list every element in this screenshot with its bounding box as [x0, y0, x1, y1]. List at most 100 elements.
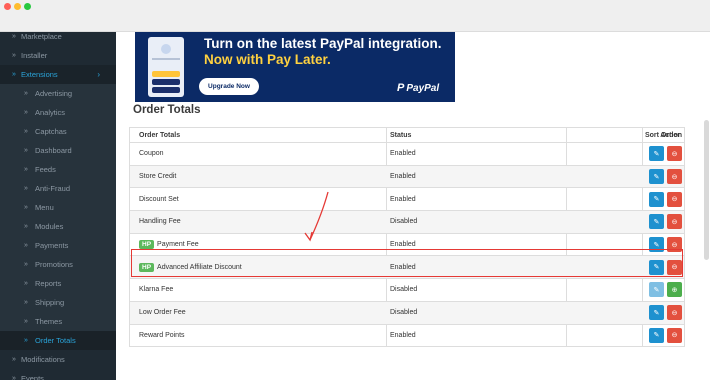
pencil-icon: ✎: [653, 286, 660, 294]
sidebar-item-themes[interactable]: » Themes: [0, 312, 116, 331]
uninstall-button[interactable]: ⊖: [667, 214, 682, 230]
sidebar-item-installer[interactable]: » Installer: [0, 46, 116, 65]
edit-button[interactable]: ✎: [649, 146, 664, 162]
chevron-right-icon: »: [12, 33, 16, 40]
chevron-right-icon: »: [24, 261, 28, 268]
sidebar-item-advertising[interactable]: » Advertising: [0, 84, 116, 103]
sidebar-item-reports[interactable]: » Reports: [0, 274, 116, 293]
row-actions: ✎ ⊖: [646, 234, 682, 256]
sidebar-item-modifications[interactable]: » Modifications: [0, 350, 116, 369]
sidebar-item-marketplace[interactable]: » Marketplace: [0, 32, 116, 46]
edit-button[interactable]: ✎: [649, 214, 664, 230]
pencil-icon: ✎: [653, 264, 660, 272]
uninstall-button[interactable]: ⊖: [667, 259, 682, 275]
row-status: Enabled: [390, 150, 416, 158]
window-titlebar: [0, 0, 710, 32]
sidebar-item-anti-fraud[interactable]: » Anti-Fraud: [0, 179, 116, 198]
chevron-right-icon: »: [24, 223, 28, 230]
row-status: Enabled: [390, 331, 416, 339]
minus-circle-icon: ⊖: [671, 264, 678, 272]
sidebar-item-promotions[interactable]: » Promotions: [0, 255, 116, 274]
minus-circle-icon: ⊖: [671, 173, 678, 181]
column-header-status[interactable]: Status: [390, 128, 570, 142]
uninstall-button[interactable]: ⊖: [667, 305, 682, 321]
uninstall-button[interactable]: ⊖: [667, 191, 682, 207]
chevron-right-icon: »: [12, 52, 16, 59]
uninstall-button[interactable]: ⊖: [667, 327, 682, 343]
chevron-right-icon: »: [24, 109, 28, 116]
table-row: Low Order Fee Disabled ✎ ⊖: [130, 300, 684, 324]
pencil-icon: ✎: [653, 196, 660, 204]
upgrade-now-button[interactable]: Upgrade Now: [199, 78, 259, 95]
row-status: Disabled: [390, 218, 418, 226]
chevron-down-icon: ›: [97, 70, 100, 79]
phone-illustration-icon: [148, 37, 184, 97]
edit-button[interactable]: ✎: [649, 259, 664, 275]
edit-button[interactable]: ✎: [649, 327, 664, 343]
sidebar-item-feeds[interactable]: » Feeds: [0, 160, 116, 179]
sidebar-item-extensions[interactable]: » Extensions ›: [0, 65, 116, 84]
sidebar-item-modules[interactable]: » Modules: [0, 217, 116, 236]
uninstall-button[interactable]: ⊖: [667, 237, 682, 253]
table-row: Reward Points Enabled 2 ✎⊖: [130, 323, 684, 347]
chevron-right-icon: »: [24, 128, 28, 135]
install-button[interactable]: ⊕: [667, 282, 682, 298]
row-status: Disabled: [390, 286, 418, 294]
pencil-icon: ✎: [653, 241, 660, 249]
column-header-name[interactable]: Order Totals: [139, 128, 387, 142]
sidebar-item-order-totals[interactable]: » Order Totals: [0, 331, 116, 350]
chevron-right-icon: »: [24, 166, 28, 173]
edit-button[interactable]: ✎: [649, 305, 664, 321]
edit-button[interactable]: ✎: [649, 191, 664, 207]
uninstall-button[interactable]: ⊖: [667, 169, 682, 185]
chevron-right-icon: »: [24, 147, 28, 154]
hp-badge: HP: [139, 240, 155, 250]
row-status: Enabled: [390, 241, 416, 249]
close-window-icon[interactable]: [4, 3, 11, 10]
edit-button[interactable]: ✎: [649, 237, 664, 253]
pencil-icon: ✎: [653, 332, 660, 340]
pencil-icon: ✎: [653, 150, 660, 158]
chevron-right-icon: »: [24, 299, 28, 306]
edit-button[interactable]: ✎: [649, 169, 664, 185]
hp-badge: HP: [139, 262, 155, 272]
row-name: Reward Points: [139, 331, 185, 339]
table-header-row: Order Totals Status Sort Order Action: [130, 128, 684, 142]
edit-button[interactable]: ✎: [649, 282, 664, 298]
scrollbar[interactable]: [704, 120, 709, 260]
sidebar-item-analytics[interactable]: » Analytics: [0, 103, 116, 122]
minus-circle-icon: ⊖: [671, 309, 678, 317]
page-title: Order Totals: [133, 104, 201, 116]
row-status: Enabled: [390, 173, 416, 181]
sidebar-item-events[interactable]: » Events: [0, 369, 116, 380]
chevron-right-icon: »: [24, 337, 28, 344]
maximize-window-icon[interactable]: [24, 3, 31, 10]
sidebar-item-payments[interactable]: » Payments: [0, 236, 116, 255]
sidebar-item-dashboard[interactable]: » Dashboard: [0, 141, 116, 160]
minimize-window-icon[interactable]: [14, 3, 21, 10]
pencil-icon: ✎: [653, 173, 660, 181]
uninstall-button[interactable]: ⊖: [667, 146, 682, 162]
chevron-right-icon: »: [12, 375, 16, 380]
row-actions: ✎ ⊕: [646, 279, 682, 301]
table-row: HP Advanced Affiliate Discount Enabled ✎ ⊖: [130, 255, 684, 279]
row-actions: ✎ ⊖: [646, 188, 682, 210]
row-status: Enabled: [390, 263, 416, 271]
banner-subheadline: Now with Pay Later.: [204, 52, 331, 67]
sidebar-item-menu[interactable]: » Menu: [0, 198, 116, 217]
row-actions: ✎ ⊖: [646, 211, 682, 233]
row-actions: ✎ ⊖: [646, 302, 682, 324]
pencil-icon: ✎: [653, 309, 660, 317]
chevron-right-icon: »: [12, 71, 16, 78]
sidebar-item-captchas[interactable]: » Captchas: [0, 122, 116, 141]
row-actions: ✎ ⊖: [646, 256, 682, 278]
annotation-arrow-icon: [304, 191, 329, 242]
row-actions: ✎ ⊖: [646, 325, 682, 347]
table-row: Klarna Fee Disabled ✎ ⊕: [130, 278, 684, 301]
sidebar-item-shipping[interactable]: » Shipping: [0, 293, 116, 312]
chevron-right-icon: »: [24, 185, 28, 192]
row-status: Enabled: [390, 195, 416, 203]
paypal-promo-banner[interactable]: Turn on the latest PayPal integration. N…: [135, 32, 455, 102]
banner-headline: Turn on the latest PayPal integration.: [204, 36, 442, 51]
paypal-logo: P PayPal: [397, 82, 440, 94]
